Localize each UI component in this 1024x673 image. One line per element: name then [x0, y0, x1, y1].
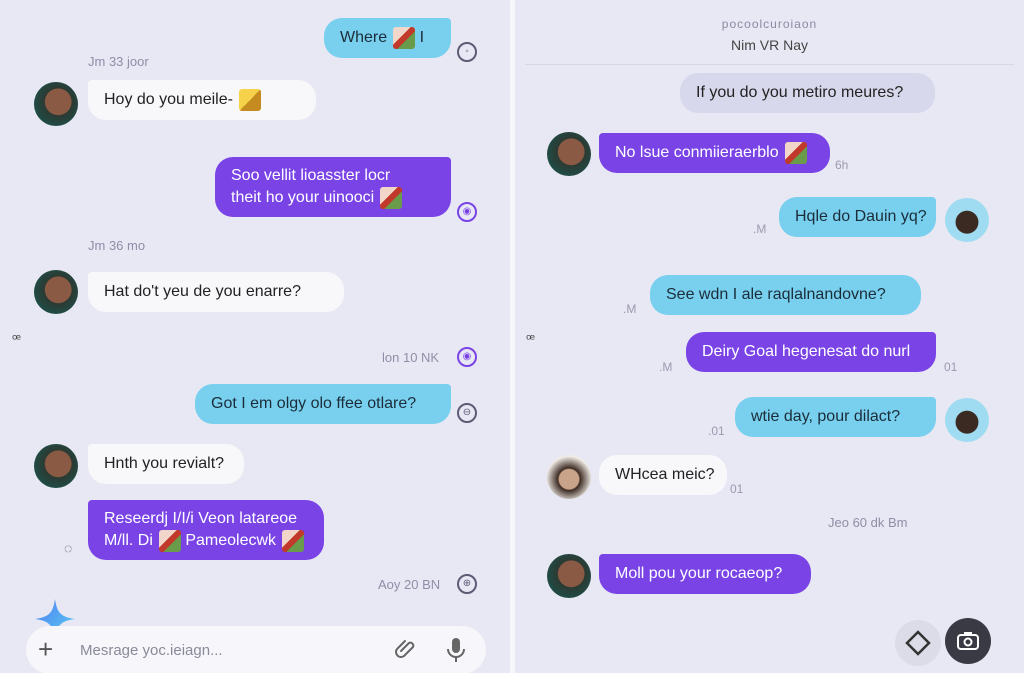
- right-chat-pane: pocoolcuroiaon Nim VR Nay If you do you …: [515, 0, 1024, 673]
- camera-action-button[interactable]: [945, 618, 991, 664]
- camera-icon: [957, 632, 979, 650]
- avatar[interactable]: [547, 554, 591, 598]
- reaction-icon[interactable]: ◌: [64, 540, 72, 556]
- message-text: theit ho your uinooci: [231, 189, 375, 207]
- message-text: Got I em olgy olo ffee otlare?: [211, 395, 417, 412]
- message-timestamp: Jm 36 mo: [88, 238, 146, 253]
- avatar[interactable]: [547, 455, 591, 499]
- message-timestamp: Jeo 60 dk Bm: [828, 515, 908, 530]
- message-text: WHcea meic?: [615, 466, 715, 483]
- message-text: Reseerdj I/I/i Veon latareoe: [104, 510, 298, 527]
- emoji-icon: ꟹ: [526, 331, 536, 347]
- microphone-icon[interactable]: [444, 636, 468, 664]
- message-text: Moll pou your rocaeop?: [615, 565, 783, 582]
- message-time-mark: .M: [753, 222, 767, 236]
- paperclip-icon[interactable]: [394, 638, 418, 662]
- avatar[interactable]: [945, 398, 989, 442]
- message-bubble-outgoing[interactable]: wtie day, pour dilact?: [735, 397, 936, 437]
- message-bubble-outgoing[interactable]: Hqle do Dauin yq?: [779, 197, 936, 237]
- message-time-mark: 6h: [835, 158, 849, 172]
- message-text: Deiry Goal hegenesat do nurl: [702, 343, 911, 360]
- message-text: Hqle do Dauin yq?: [795, 208, 927, 225]
- read-status-icon: ⊕: [457, 574, 477, 594]
- message-text: Pameolecwk: [185, 532, 277, 550]
- image-thumbnail[interactable]: [393, 26, 416, 49]
- image-thumbnail[interactable]: [380, 187, 403, 209]
- message-bubble-incoming[interactable]: If you do you metiro meures?: [680, 73, 935, 113]
- message-bubble-outgoing[interactable]: Where I: [324, 18, 451, 58]
- message-bubble-incoming[interactable]: Hat do't yeu de you enarre?: [88, 272, 344, 312]
- message-bubble-outgoing[interactable]: Deiry Goal hegenesat do nurl: [686, 332, 936, 372]
- message-timestamp: Aoy 20 BN: [378, 577, 441, 592]
- message-timestamp: Jm 33 joor: [88, 54, 149, 69]
- message-bubble-incoming[interactable]: No lsue conmiieraerblo: [599, 133, 830, 173]
- message-time-mark: 01: [730, 482, 744, 496]
- chat-header-title[interactable]: Nim VR Nay: [515, 37, 1024, 53]
- message-text: Where: [340, 29, 388, 46]
- diamond-action-button[interactable]: [895, 620, 941, 666]
- message-text: M/ll. Di: [104, 532, 153, 550]
- delivered-status-icon: ◉: [457, 202, 477, 222]
- message-text: Hoy do you meile-: [104, 91, 233, 108]
- avatar[interactable]: [945, 198, 989, 242]
- message-text: Hnth you revialt?: [104, 455, 225, 472]
- header-divider: [525, 64, 1014, 65]
- message-bubble-incoming[interactable]: WHcea meic?: [599, 455, 727, 495]
- message-input[interactable]: [80, 638, 380, 662]
- message-bubble-outgoing[interactable]: Got I em olgy olo ffee otlare?: [195, 384, 451, 424]
- message-composer: +: [26, 626, 486, 673]
- avatar[interactable]: [34, 82, 78, 126]
- message-bubble-incoming[interactable]: Reseerdj I/I/i Veon latareoe M/ll. Di Pa…: [88, 500, 324, 560]
- avatar[interactable]: [547, 132, 591, 176]
- message-text: Soo vellit lioasster locr: [231, 167, 391, 184]
- message-bubble-incoming[interactable]: Hoy do you meile-: [88, 80, 316, 120]
- message-bubble-outgoing[interactable]: See wdn I ale raqlalnandovne?: [650, 275, 921, 315]
- message-text: See wdn I ale raqlalnandovne?: [666, 286, 886, 303]
- sticker-thumbnail[interactable]: [238, 88, 261, 111]
- chat-header-subtitle: pocoolcuroiaon: [721, 17, 818, 31]
- diamond-icon: [905, 630, 931, 656]
- message-text: No lsue conmiieraerblo: [615, 144, 779, 161]
- message-text: Hat do't yeu de you enarre?: [104, 283, 301, 300]
- delivered-status-icon: ◉: [457, 347, 477, 367]
- read-status-icon: ◦: [457, 42, 477, 62]
- image-thumbnail[interactable]: [282, 530, 305, 552]
- message-timestamp: lon 10 NK: [382, 350, 440, 365]
- message-time-mark: 01: [944, 360, 958, 374]
- message-bubble-incoming[interactable]: Moll pou your rocaeop?: [599, 554, 811, 594]
- message-bubble-incoming[interactable]: Hnth you revialt?: [88, 444, 244, 484]
- image-thumbnail[interactable]: [158, 530, 181, 552]
- message-time-mark: .M: [623, 302, 637, 316]
- message-text: wtie day, pour dilact?: [751, 408, 901, 425]
- read-status-icon: ⊖: [457, 403, 477, 423]
- avatar[interactable]: [34, 270, 78, 314]
- message-time-mark: .01: [708, 424, 725, 438]
- emoji-icon: ꟹ: [12, 331, 22, 347]
- message-time-mark: .M: [659, 360, 673, 374]
- message-bubble-outgoing[interactable]: Soo vellit lioasster locr theit ho your …: [215, 157, 451, 217]
- image-thumbnail[interactable]: [784, 141, 807, 164]
- avatar[interactable]: [34, 444, 78, 488]
- message-text: If you do you metiro meures?: [696, 84, 904, 101]
- add-attachment-button[interactable]: +: [38, 636, 53, 662]
- left-chat-pane: Where I ◦ Jm 33 joor Hoy do you meile- S…: [0, 0, 510, 673]
